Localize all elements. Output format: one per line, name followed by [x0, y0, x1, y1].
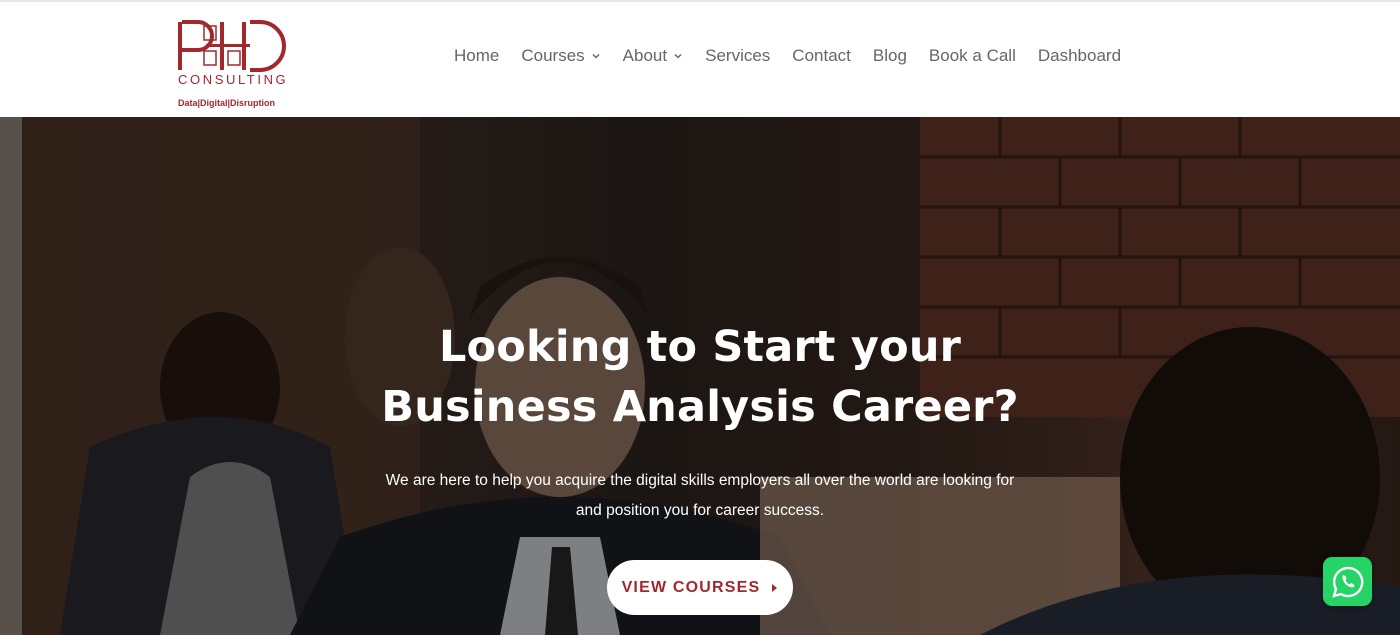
hero-title: Looking to Start your Business Analysis … — [300, 317, 1100, 437]
main-nav: Home Courses About Services Contact Blog… — [443, 42, 1132, 70]
nav-label: About — [622, 46, 668, 65]
hero-subtitle-line2: and position you for career success. — [575, 502, 825, 519]
view-courses-button[interactable]: VIEW COURSES — [607, 560, 793, 615]
nav-courses[interactable]: Courses — [521, 46, 600, 66]
hero-subtitle-line1: We are here to help you acquire the digi… — [385, 472, 1015, 489]
nav-about[interactable]: About — [623, 46, 683, 66]
nav-label: Services — [705, 46, 771, 65]
whatsapp-icon — [1331, 566, 1363, 598]
hero-section: Looking to Start your Business Analysis … — [0, 117, 1400, 635]
view-courses-label: VIEW COURSES — [621, 578, 761, 596]
nav-label: Book a Call — [928, 46, 1016, 65]
caret-right-icon — [772, 583, 778, 592]
hero-subtitle: We are here to help you acquire the digi… — [350, 466, 1050, 526]
chevron-down-icon — [674, 53, 682, 59]
nav-blog[interactable]: Blog — [873, 46, 907, 66]
site-header: CONSULTING Data|Digital|Disruption Home … — [0, 2, 1400, 117]
logo-mark — [178, 20, 286, 72]
site-logo[interactable]: CONSULTING Data|Digital|Disruption — [176, 18, 296, 112]
nav-services[interactable]: Services — [705, 46, 770, 66]
nav-contact[interactable]: Contact — [792, 46, 851, 66]
nav-label: Blog — [872, 46, 907, 65]
nav-label: Courses — [521, 46, 585, 65]
logo-tagline: Data|Digital|Disruption — [178, 98, 276, 108]
hero-title-line1: Looking to Start your — [438, 322, 962, 372]
logo-wordmark: CONSULTING — [178, 72, 289, 87]
nav-label: Home — [454, 46, 500, 65]
hero-title-line2: Business Analysis Career? — [381, 382, 1019, 432]
nav-book-a-call[interactable]: Book a Call — [929, 46, 1016, 66]
nav-dashboard[interactable]: Dashboard — [1038, 46, 1121, 66]
nav-label: Dashboard — [1037, 46, 1122, 65]
nav-home[interactable]: Home — [454, 46, 499, 66]
nav-label: Contact — [792, 46, 851, 65]
whatsapp-chat-button[interactable] — [1323, 557, 1372, 606]
chevron-down-icon — [592, 53, 600, 59]
